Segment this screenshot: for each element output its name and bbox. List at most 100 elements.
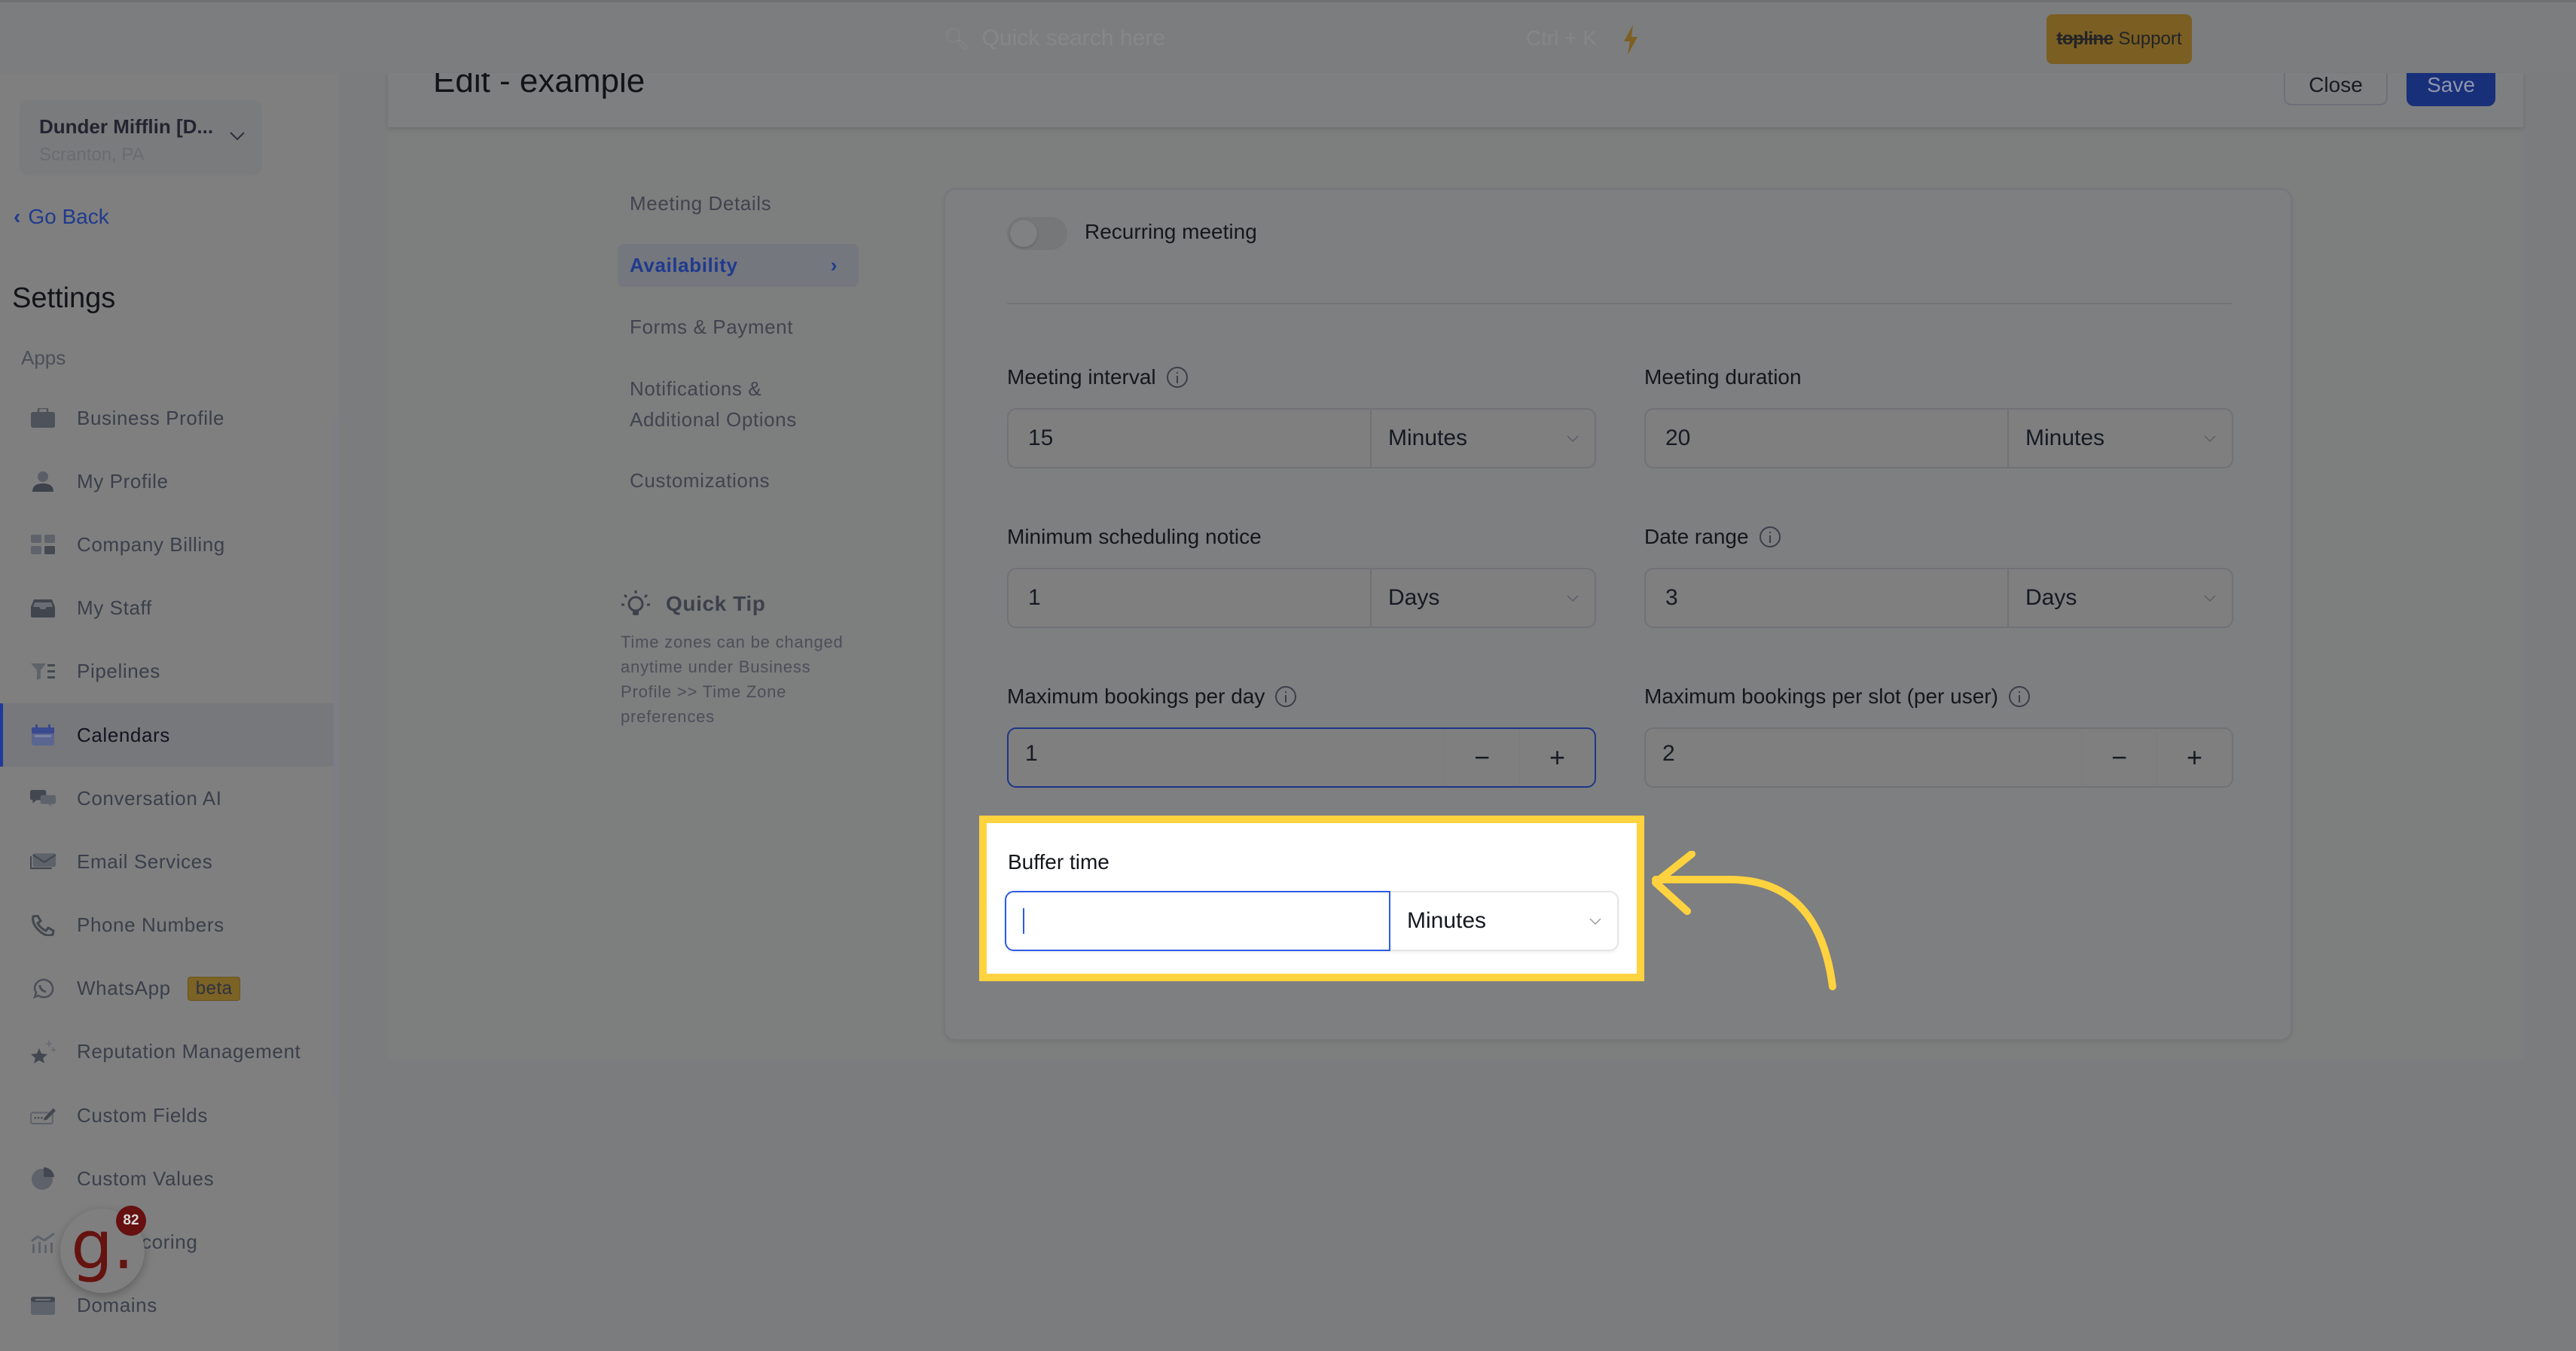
edit-field-icon [30,1104,56,1127]
increment-button[interactable]: + [2156,729,2232,786]
subnav-notifications[interactable]: Notifications & Additional Options [618,367,859,441]
sidebar-item-custom-fields[interactable]: Custom Fields [0,1084,334,1147]
sidebar-nav: Business Profile My Profile Company Bill… [0,386,334,1337]
max-bookings-per-day-stepper[interactable]: 1 − + [1007,727,1596,788]
min-notice-unit-select[interactable]: Days [1372,569,1595,627]
meeting-duration-input[interactable]: 20 [1646,410,2009,467]
save-button[interactable]: Save [2407,73,2495,106]
pie-chart-icon [30,1167,56,1191]
sidebar-item-label: Company Billing [77,532,225,556]
sidebar-item-custom-values[interactable]: Custom Values [0,1147,334,1210]
chevron-down-icon [2204,435,2216,443]
quick-tip-body: Time zones can be changed anytime under … [621,633,844,726]
close-button[interactable]: Close [2284,73,2388,105]
quick-tip-title: Quick Tip [666,592,766,615]
sidebar-item-my-profile[interactable]: My Profile [0,450,334,513]
sidebar-item-label: My Profile [77,469,169,493]
max-bookings-per-slot-stepper[interactable]: 2 − + [1644,727,2233,788]
sidebar-item-calendars[interactable]: Calendars [0,703,334,767]
chat-bubbles-icon [30,787,56,810]
date-range-input[interactable]: 3 [1646,569,2009,627]
meeting-interval-unit-select[interactable]: Minutes [1372,410,1595,467]
sidebar-item-my-staff[interactable]: My Staff [0,577,334,640]
page-header: Edit - example Close Save [388,73,2523,127]
sidebar-item-company-billing[interactable]: Company Billing [0,513,334,576]
inbox-icon [30,597,56,620]
buffer-time-highlight: Buffer time Minutes [979,816,1644,981]
filter-list-icon [30,660,56,683]
support-button[interactable]: topline Support [2046,14,2192,64]
sidebar-item-label: WhatsApp [77,977,171,1000]
meeting-duration-unit-select[interactable]: Minutes [2009,410,2232,467]
decrement-button[interactable]: − [2081,729,2156,786]
field-label: Minimum scheduling notice [1007,525,1262,548]
sidebar-item-label: Conversation AI [77,786,222,810]
info-icon[interactable] [1166,367,1188,388]
calculator-icon [30,533,56,556]
date-range-unit-select[interactable]: Days [2009,569,2232,627]
sidebar-item-label: Phone Numbers [77,913,224,937]
increment-button[interactable]: + [1519,729,1595,786]
top-bar: 🔍︎ Quick search here Ctrl + K topline Su… [0,0,2576,73]
sidebar-item-label: My Staff [77,596,152,620]
subnav-forms-payment[interactable]: Forms & Payment [618,306,859,349]
sidebar-item-whatsapp[interactable]: WhatsApp beta [0,957,334,1020]
sidebar-item-email-services[interactable]: Email Services [0,830,334,893]
chevron-left-icon: ‹ [14,205,21,228]
date-range-field: Date range 3 Days [1644,524,2233,628]
chevron-down-icon [2204,595,2216,602]
sidebar-item-conversation-ai[interactable]: Conversation AI [0,767,334,830]
field-label: Meeting interval [1007,365,1156,389]
meeting-interval-input[interactable]: 15 [1009,410,1372,467]
info-icon[interactable] [1275,686,1297,707]
chart-trend-icon [30,1231,56,1254]
settings-title: Settings [12,282,116,314]
lightning-icon[interactable] [1622,25,1639,55]
sidebar-item-label: Pipelines [77,660,160,683]
sidebar-item-label: Custom Fields [77,1103,208,1127]
recurring-meeting-toggle[interactable] [1007,217,1067,250]
subnav-meeting-details[interactable]: Meeting Details [618,182,859,225]
buffer-time-unit-select[interactable]: Minutes [1390,892,1617,950]
sidebar-item-label: Reputation Management [77,1040,301,1063]
sidebar-scrollbar[interactable] [334,419,338,1097]
briefcase-icon [30,407,56,429]
calendar-icon [30,724,56,746]
select-value: Days [1388,585,1440,610]
toggle-knob [1010,220,1037,247]
search-icon: 🔍︎ [943,26,970,50]
sidebar-item-lead-scoring[interactable]: Lead Scoring [0,1210,334,1273]
sidebar-item-pipelines[interactable]: Pipelines [0,640,334,703]
divider [1007,303,2232,304]
subnav-customizations[interactable]: Customizations [618,459,859,502]
quick-tip: Quick Tip Time zones can be changed anyt… [621,589,847,729]
go-back-link[interactable]: ‹ Go Back [14,205,109,229]
sidebar-item-domains[interactable]: Domains [0,1274,334,1337]
quick-search-input[interactable]: 🔍︎ Quick search here Ctrl + K [934,21,1597,56]
field-label: Maximum bookings per slot (per user) [1644,685,1998,708]
annotation-arrow-icon [1652,851,1836,990]
sidebar-item-business-profile[interactable]: Business Profile [0,386,334,450]
sidebar-item-reputation-management[interactable]: Reputation Management [0,1020,334,1084]
sidebar-item-label: Business Profile [77,406,225,429]
buffer-time-input[interactable] [1005,891,1390,951]
info-icon[interactable] [2008,686,2030,707]
search-shortcut: Ctrl + K [1525,26,1597,50]
stepper-value[interactable]: 2 [1646,729,2081,786]
stepper-value[interactable]: 1 [1009,729,1444,786]
subnav-label: Notifications & Additional Options [630,377,797,431]
sidebar-item-label: Domains [77,1294,157,1317]
whatsapp-icon [30,977,56,1000]
subnav-availability[interactable]: Availability › [618,244,859,287]
go-back-label: Go Back [28,205,109,228]
sidebar-item-phone-numbers[interactable]: Phone Numbers [0,894,334,957]
beta-badge: beta [187,976,241,1001]
chevron-down-icon [230,132,245,141]
account-switcher[interactable]: Dunder Mifflin [D... Scranton, PA [20,100,262,175]
info-icon[interactable] [1759,526,1781,547]
floating-chat-widget[interactable]: g. 82 [60,1206,146,1293]
max-bookings-per-slot-field: Maximum bookings per slot (per user) 2 −… [1644,684,2233,788]
decrement-button[interactable]: − [1444,729,1519,786]
buffer-time-group: Minutes [1005,891,1619,951]
min-notice-input[interactable]: 1 [1009,569,1372,627]
